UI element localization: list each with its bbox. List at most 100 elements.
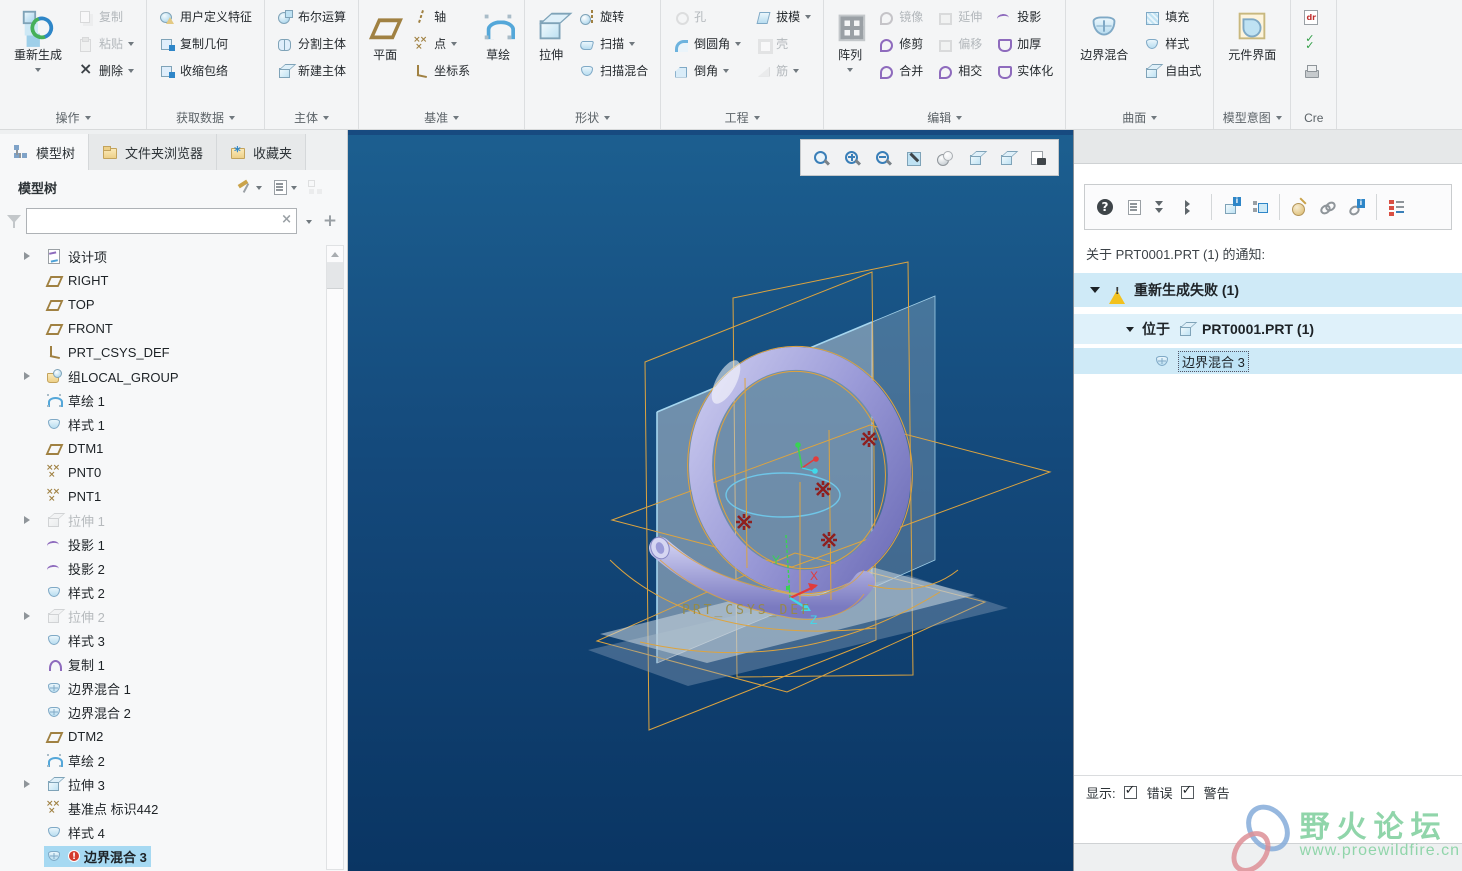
tree-scrollbar[interactable]: [326, 245, 344, 870]
notification-toolbar-button[interactable]: [1318, 197, 1338, 217]
tree-item[interactable]: ! 样式 2: [0, 580, 347, 604]
tree-item[interactable]: ! 样式 1: [0, 412, 347, 436]
ribbon-button[interactable]: 偏移: [931, 30, 988, 57]
ribbon-button[interactable]: [1297, 57, 1330, 84]
tree-item[interactable]: ! 草绘 1: [0, 388, 347, 412]
expand-arrow-icon[interactable]: [24, 252, 34, 260]
ribbon-button[interactable]: 新建主体: [271, 57, 352, 84]
tree-item[interactable]: ! DTM1: [0, 436, 347, 460]
failed-feature-row[interactable]: 边界混合 3: [1074, 348, 1462, 374]
ribbon-group-label[interactable]: 获取数据: [149, 106, 262, 129]
ribbon-button[interactable]: 填充: [1138, 3, 1207, 30]
ribbon-group-label[interactable]: 主体: [267, 106, 356, 129]
ribbon-group-label[interactable]: 基准: [361, 106, 522, 129]
notification-toolbar-button[interactable]: [1347, 197, 1367, 217]
collapse-arrow-icon[interactable]: [1126, 327, 1134, 336]
notification-toolbar-button[interactable]: [1153, 197, 1173, 217]
notification-toolbar-button[interactable]: [1182, 197, 1202, 217]
ribbon-button[interactable]: 相交: [931, 57, 988, 84]
graphics-toolbar-button[interactable]: [869, 144, 897, 172]
graphics-toolbar-button[interactable]: [962, 144, 990, 172]
ribbon-button[interactable]: 用户定义特征: [153, 3, 258, 30]
tree-item[interactable]: ! 投影 1: [0, 532, 347, 556]
ribbon-button[interactable]: 旋转: [573, 3, 654, 30]
tree-item[interactable]: ! FRONT: [0, 316, 347, 340]
scroll-up-button[interactable]: [327, 246, 343, 263]
ribbon-button[interactable]: 删除: [72, 57, 140, 84]
tree-item[interactable]: ! 基准点 标识442: [0, 796, 347, 820]
notification-toolbar-button[interactable]: [1386, 197, 1406, 217]
notification-toolbar-button[interactable]: [1221, 197, 1241, 217]
tree-item[interactable]: ! 样式 3: [0, 628, 347, 652]
ribbon-button[interactable]: 拔模: [749, 3, 817, 30]
ribbon-button[interactable]: 延伸: [931, 3, 988, 30]
tree-item[interactable]: ! RIGHT: [0, 268, 347, 292]
graphics-toolbar-button[interactable]: [993, 144, 1021, 172]
collapse-arrow-icon[interactable]: [1090, 287, 1100, 298]
tree-item[interactable]: ! 边界混合 2: [0, 700, 347, 724]
ribbon-button[interactable]: 投影: [990, 3, 1059, 30]
ribbon-button[interactable]: [1297, 30, 1330, 57]
ribbon-group-label[interactable]: 编辑: [826, 106, 1063, 129]
ribbon-button[interactable]: 镜像: [872, 3, 929, 30]
tree-item[interactable]: ! DTM2: [0, 724, 347, 748]
navigator-tab[interactable]: 收藏夹: [217, 134, 306, 170]
errors-checkbox[interactable]: [1124, 786, 1137, 799]
notification-toolbar-button[interactable]: [1211, 194, 1212, 220]
ribbon-button[interactable]: 实体化: [990, 57, 1059, 84]
ribbon-button[interactable]: 坐标系: [407, 57, 476, 84]
ribbon-group-label[interactable]: 形状: [527, 106, 658, 129]
tree-settings-button[interactable]: [237, 179, 262, 195]
notification-toolbar-button[interactable]: [1095, 197, 1115, 217]
ribbon-button[interactable]: 分割主体: [271, 30, 352, 57]
tree-filter-input[interactable]: [26, 208, 297, 234]
graphics-toolbar-button[interactable]: [931, 144, 959, 172]
notification-toolbar-button[interactable]: [1279, 194, 1280, 220]
ribbon-button[interactable]: 倒角: [667, 57, 747, 84]
tree-item[interactable]: ! 投影 2: [0, 556, 347, 580]
ribbon-button[interactable]: 样式: [1138, 30, 1207, 57]
tree-item[interactable]: ! PNT1: [0, 484, 347, 508]
clear-filter-icon[interactable]: ×: [281, 212, 292, 228]
scrollbar-thumb[interactable]: [327, 263, 343, 289]
ribbon-button[interactable]: 粘贴: [72, 30, 140, 57]
tree-item[interactable]: ! 拉伸 2: [0, 604, 347, 628]
tree-item[interactable]: ! 组LOCAL_GROUP: [0, 364, 347, 388]
notification-toolbar-button[interactable]: [1250, 197, 1270, 217]
notification-toolbar-button[interactable]: [1124, 197, 1144, 217]
ribbon-button[interactable]: 拉伸: [531, 3, 571, 65]
notification-toolbar-button[interactable]: [1289, 197, 1309, 217]
ribbon-group-label[interactable]: 操作: [2, 106, 144, 129]
failure-location-row[interactable]: 位于 PRT0001.PRT (1): [1074, 314, 1462, 344]
tree-item[interactable]: ! 拉伸 3: [0, 772, 347, 796]
tree-view-options-button[interactable]: [272, 179, 297, 195]
ribbon-button[interactable]: 重新生成: [6, 3, 70, 77]
ribbon-button[interactable]: [1297, 3, 1330, 30]
ribbon-group-label[interactable]: 模型意图: [1216, 106, 1288, 129]
graphics-toolbar-button[interactable]: [807, 144, 835, 172]
ribbon-button[interactable]: 平面: [365, 3, 405, 65]
expand-arrow-icon[interactable]: [24, 516, 34, 524]
ribbon-button[interactable]: 阵列: [830, 3, 870, 77]
expand-arrow-icon[interactable]: [24, 612, 34, 620]
ribbon-button[interactable]: 扫描混合: [573, 57, 654, 84]
ribbon-button[interactable]: 轴: [407, 3, 476, 30]
tree-item[interactable]: ! 边界混合 1: [0, 676, 347, 700]
ribbon-group-label[interactable]: 工程: [663, 106, 821, 129]
ribbon-button[interactable]: 筋: [749, 57, 817, 84]
expand-arrow-icon[interactable]: [24, 372, 34, 380]
navigator-tab[interactable]: 文件夹浏览器: [89, 134, 217, 170]
notification-toolbar-button[interactable]: [1376, 194, 1377, 220]
tree-item[interactable]: ! 样式 4: [0, 820, 347, 844]
ribbon-button[interactable]: 边界混合: [1072, 3, 1136, 65]
ribbon-button[interactable]: 合并: [872, 57, 929, 84]
graphics-toolbar-button[interactable]: [838, 144, 866, 172]
navigator-tab[interactable]: 模型树: [0, 134, 89, 170]
tree-item[interactable]: ! 拉伸 1: [0, 508, 347, 532]
tree-item[interactable]: ! PRT_CSYS_DEF: [0, 340, 347, 364]
ribbon-button[interactable]: 倒圆角: [667, 30, 747, 57]
expand-arrow-icon[interactable]: [24, 780, 34, 788]
graphics-area[interactable]: Y X Z PRT_CSYS_DEF: [348, 130, 1073, 871]
ribbon-button[interactable]: 复制: [72, 3, 140, 30]
warnings-checkbox[interactable]: [1181, 786, 1194, 799]
